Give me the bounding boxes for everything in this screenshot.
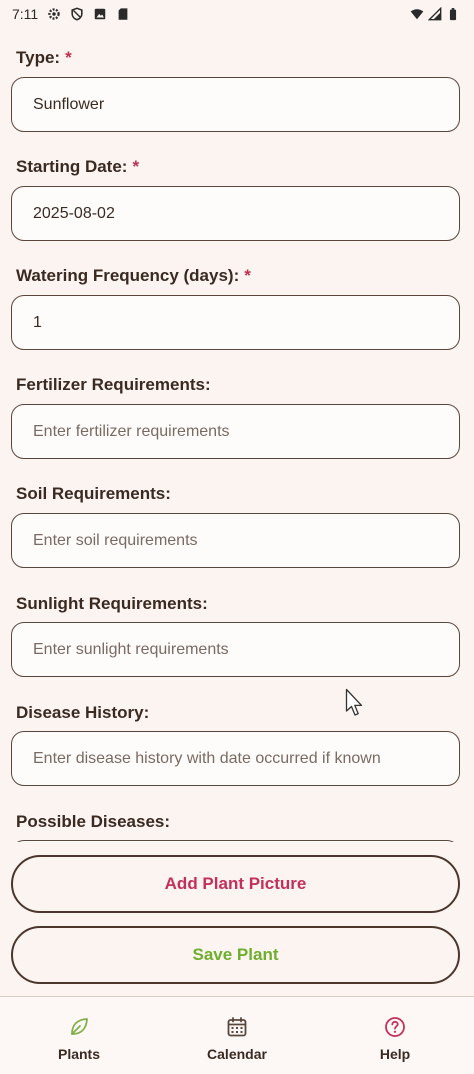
required-marker: * [244, 266, 251, 285]
nav-item-plants[interactable]: Plants [0, 997, 158, 1074]
fertilizer-input[interactable] [31, 421, 440, 442]
soil-input[interactable] [31, 530, 440, 551]
possible-diseases-field[interactable] [11, 840, 460, 842]
plant-form: Type:* Starting Date:* Watering Frequenc… [0, 0, 474, 842]
nav-item-help[interactable]: Help [316, 997, 474, 1074]
nav-label-plants: Plants [57, 1046, 100, 1062]
type-label: Type: * [16, 48, 72, 67]
sunlight-input[interactable] [31, 639, 440, 660]
starting-date-field[interactable] [11, 186, 460, 241]
mouse-pointer-icon [345, 688, 363, 716]
nav-label-help: Help [379, 1046, 411, 1062]
soil-label: Soil Requirements: [16, 484, 171, 503]
soil-field[interactable] [11, 513, 460, 568]
nav-item-calendar[interactable]: Calendar [158, 997, 316, 1074]
calendar-icon [227, 1017, 247, 1037]
required-marker: * [65, 48, 72, 67]
disease-history-field[interactable] [11, 731, 460, 786]
add-plant-picture-button[interactable]: Add Plant Picture [11, 855, 460, 913]
disease-history-label: Disease History: [16, 703, 150, 722]
required-marker: * [132, 157, 140, 176]
type-input[interactable] [31, 94, 440, 115]
fertilizer-label: Fertilizer Requirements: [16, 375, 211, 394]
possible-diseases-label: Possible Diseases: [16, 812, 171, 831]
watering-frequency-input[interactable] [31, 312, 440, 333]
help-icon [385, 1017, 405, 1037]
type-field[interactable] [11, 77, 460, 132]
starting-date-input[interactable] [31, 203, 440, 224]
nav-label-calendar: Calendar [207, 1046, 267, 1062]
starting-date-label: Starting Date: * [16, 157, 140, 176]
fertilizer-field[interactable] [11, 404, 460, 459]
sunlight-label: Sunlight Requirements: [16, 594, 208, 613]
disease-history-input[interactable] [31, 748, 440, 769]
watering-frequency-label: Watering Frequency (days): * [16, 266, 251, 285]
bottom-navigation: Plants Calendar Help [0, 996, 474, 1074]
watering-frequency-field[interactable] [11, 295, 460, 350]
sunlight-field[interactable] [11, 622, 460, 677]
save-plant-button[interactable]: Save Plant [11, 926, 460, 984]
leaf-icon [71, 1018, 88, 1035]
